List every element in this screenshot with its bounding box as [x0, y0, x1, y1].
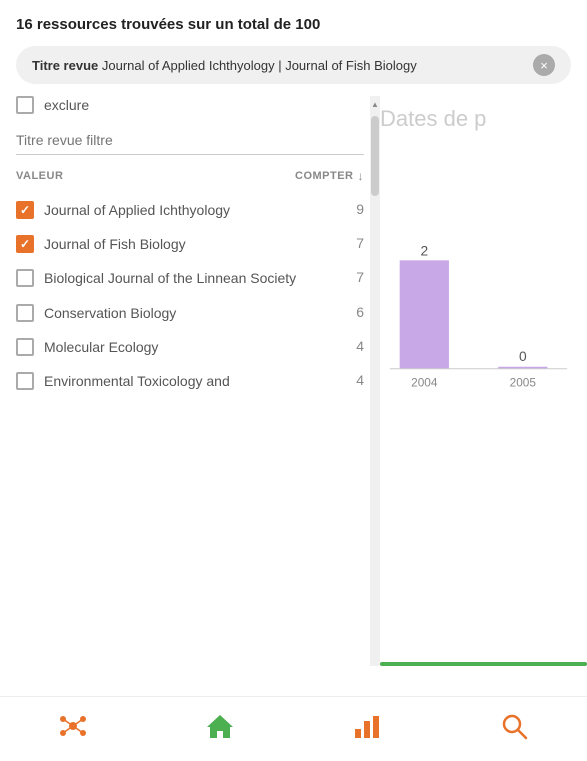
item-label-3: Conservation Biology	[44, 304, 336, 322]
chart-svg: 2 0 2004 2005	[380, 152, 577, 432]
item-count-2: 7	[344, 269, 364, 285]
item-count-1: 7	[344, 235, 364, 251]
exclude-label: exclure	[44, 97, 89, 113]
x-label-2005: 2005	[510, 375, 537, 389]
scroll-up-arrow[interactable]: ▲	[370, 96, 380, 112]
header: 16 ressources trouvées sur un total de 1…	[0, 0, 587, 46]
bar-label-2004: 2	[420, 243, 428, 258]
list-item[interactable]: Molecular Ecology 4	[16, 330, 364, 364]
search-icon-svg	[499, 711, 529, 741]
network-icon	[58, 711, 88, 748]
active-filter-tag: Titre revue Journal of Applied Ichthyolo…	[16, 46, 571, 84]
bar-chart-icon-svg	[352, 711, 382, 741]
nav-item-network[interactable]	[42, 705, 104, 754]
scroll-thumb[interactable]	[371, 116, 379, 196]
table-header: VALEUR COMPTER ↓	[16, 165, 364, 187]
chart-bottom-bar	[380, 662, 587, 666]
nav-item-home[interactable]	[189, 705, 251, 754]
results-count: 16 ressources trouvées sur un total de 1…	[16, 16, 320, 33]
item-checkbox-5[interactable]	[16, 372, 34, 390]
filter-input[interactable]	[16, 126, 364, 155]
nav-item-search[interactable]	[483, 705, 545, 754]
bottom-nav	[0, 696, 587, 761]
exclude-checkbox[interactable]	[16, 96, 34, 114]
home-icon	[205, 711, 235, 748]
item-label-4: Molecular Ecology	[44, 338, 336, 356]
item-checkbox-2[interactable]	[16, 269, 34, 287]
item-checkbox-3[interactable]	[16, 304, 34, 322]
item-label-1: Journal of Fish Biology	[44, 235, 336, 253]
list-item[interactable]: Environmental Toxicology and 4	[16, 364, 364, 398]
item-count-5: 4	[344, 372, 364, 388]
filter-tag-label: Titre revue	[32, 58, 98, 73]
list-item[interactable]: Journal of Fish Biology 7	[16, 227, 364, 261]
main-content: ▲ exclure VALEUR COMPTER ↓ Journal of Ap…	[0, 96, 587, 666]
filter-list: Journal of Applied Ichthyology 9 Journal…	[16, 193, 364, 398]
item-checkbox-4[interactable]	[16, 338, 34, 356]
right-panel: Dates de p 2 0 2004 2005	[380, 96, 587, 666]
item-count-4: 4	[344, 338, 364, 354]
x-label-2004: 2004	[411, 375, 438, 389]
filter-tag-value: Journal of Applied Ichthyology | Journal…	[102, 58, 417, 73]
item-checkbox-1[interactable]	[16, 235, 34, 253]
filter-tag-text: Titre revue Journal of Applied Ichthyolo…	[32, 58, 525, 73]
home-icon-svg	[205, 711, 235, 741]
col-compter-header: COMPTER ↓	[295, 169, 364, 183]
chart-title: Dates de p	[380, 106, 577, 132]
bar-label-2005: 0	[519, 349, 527, 364]
nav-item-chart[interactable]	[336, 705, 398, 754]
item-count-3: 6	[344, 304, 364, 320]
scrollbar-track[interactable]: ▲	[370, 96, 380, 666]
molecule-icon	[58, 711, 88, 741]
bar-2004	[400, 260, 449, 368]
left-panel: ▲ exclure VALEUR COMPTER ↓ Journal of Ap…	[0, 96, 380, 666]
item-label-0: Journal of Applied Ichthyology	[44, 201, 336, 219]
search-icon	[499, 711, 529, 748]
list-item[interactable]: Biological Journal of the Linnean Societ…	[16, 261, 364, 295]
item-checkbox-0[interactable]	[16, 201, 34, 219]
exclude-row: exclure	[16, 96, 364, 114]
chart-area: 2 0 2004 2005	[380, 152, 577, 432]
filter-tag-close-button[interactable]: ×	[533, 54, 555, 76]
list-item[interactable]: Journal of Applied Ichthyology 9	[16, 193, 364, 227]
item-label-5: Environmental Toxicology and	[44, 372, 336, 390]
item-label-2: Biological Journal of the Linnean Societ…	[44, 269, 336, 287]
item-count-0: 9	[344, 201, 364, 217]
bar-chart-icon	[352, 711, 382, 748]
col-valeur-header: VALEUR	[16, 170, 63, 182]
sort-icon[interactable]: ↓	[358, 169, 365, 183]
list-item[interactable]: Conservation Biology 6	[16, 296, 364, 330]
